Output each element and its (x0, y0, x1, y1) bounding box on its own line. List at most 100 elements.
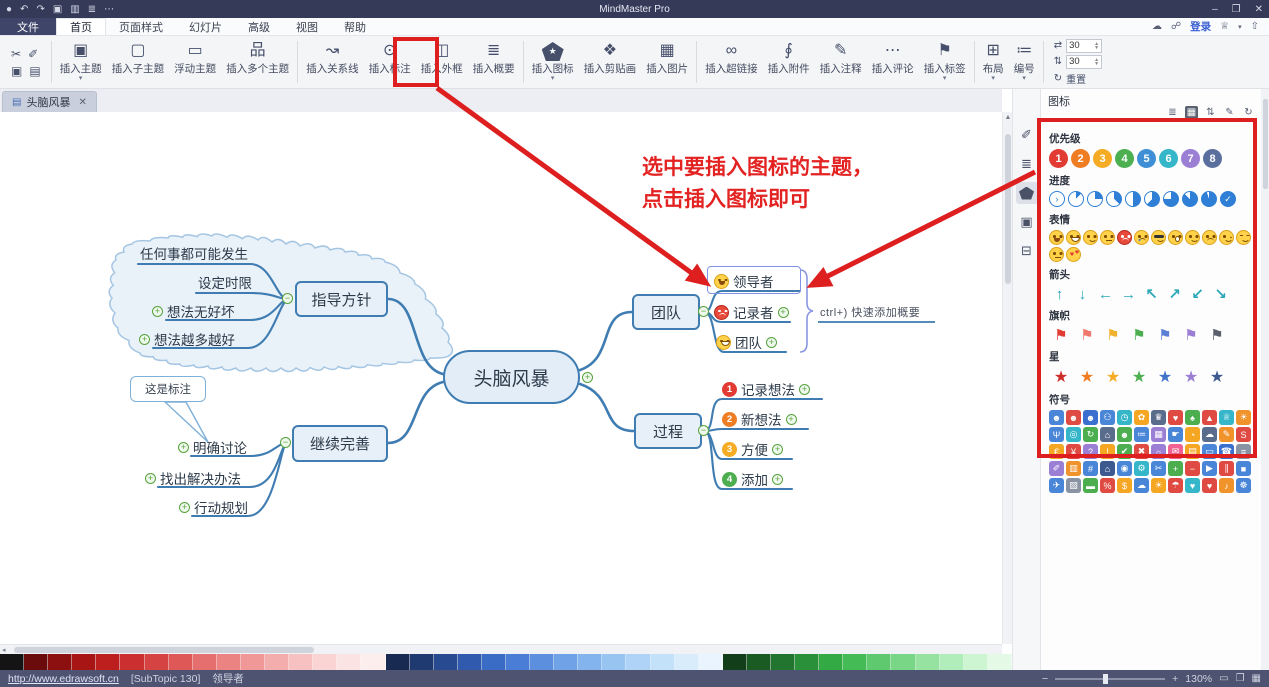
cloud-icon[interactable]: ☁ (1152, 21, 1162, 32)
expand-icon[interactable]: + (179, 501, 190, 513)
insert-boundary-button[interactable]: ◫ 插入外框 (416, 38, 468, 86)
insert-multiple-topics-button[interactable]: 品插入多个主题 (221, 38, 294, 86)
central-topic[interactable]: 头脑风暴 (443, 350, 580, 404)
symbol-icon[interactable]: ◔ (1185, 427, 1200, 442)
priority-7-icon[interactable]: 7 (1181, 149, 1200, 168)
palette-swatch[interactable] (409, 654, 434, 670)
symbol-icon[interactable]: # (1083, 461, 1098, 476)
insert-note-button[interactable]: ✎ 插入注释 (815, 38, 867, 86)
progress-icon[interactable] (1144, 191, 1160, 207)
symbol-icon[interactable]: ≔ (1134, 427, 1149, 442)
priority-5-icon[interactable]: 5 (1137, 149, 1156, 168)
subtopic[interactable]: 任何事都可能发生 (140, 243, 248, 263)
layout-button[interactable]: ⊞ 布局 ▾ (978, 38, 1009, 86)
menu-tab-slideshow[interactable]: 幻灯片 (176, 18, 235, 35)
sidebar-tool-clipart[interactable]: ▣ (1016, 211, 1038, 233)
symbol-icon[interactable]: + (1168, 461, 1183, 476)
format-painter-icon[interactable]: ✐ (28, 47, 38, 61)
symbol-icon[interactable]: ☀ (1151, 478, 1166, 493)
symbol-icon[interactable]: ◉ (1117, 461, 1132, 476)
vertical-scroll-thumb[interactable] (1005, 134, 1011, 284)
subtopic[interactable]: 2 新想法 + (722, 409, 797, 429)
subtopic[interactable]: + 想法无好坏 (152, 301, 235, 321)
palette-swatch[interactable] (843, 654, 868, 670)
symbol-icon[interactable]: ☛ (1168, 427, 1183, 442)
expand-icon[interactable]: + (766, 336, 777, 348)
copy-icon[interactable]: ▣ (11, 64, 22, 78)
palette-swatch[interactable] (891, 654, 916, 670)
palette-swatch[interactable] (722, 654, 747, 670)
symbol-icon[interactable]: ⚇ (1100, 410, 1115, 425)
palette-swatch[interactable] (915, 654, 940, 670)
symbol-icon[interactable]: ⚙ (1134, 461, 1149, 476)
symbol-icon[interactable]: ¥ (1066, 444, 1081, 459)
flag-icon[interactable]: ⚑ (1101, 326, 1125, 344)
flag-icon[interactable]: ⚑ (1049, 326, 1073, 344)
arrow-icon[interactable]: ↘ (1210, 285, 1231, 303)
symbol-icon[interactable]: ♪ (1219, 478, 1234, 493)
horizontal-scrollbar[interactable]: ◂ (0, 644, 1002, 654)
palette-swatch[interactable] (505, 654, 531, 670)
palette-swatch[interactable] (313, 654, 338, 670)
scroll-left-icon[interactable]: ◂ (2, 646, 6, 654)
symbol-icon[interactable]: ▶ (1202, 461, 1217, 476)
subtopic[interactable]: 3 方便 + (722, 439, 783, 459)
palette-swatch[interactable] (554, 654, 579, 670)
website-link[interactable]: http://www.edrawsoft.cn (8, 673, 119, 685)
callout-note[interactable]: 这是标注 (130, 376, 206, 402)
emoji-smile-icon[interactable] (1185, 230, 1200, 245)
symbol-icon[interactable]: ▲ (1202, 410, 1217, 425)
palette-swatch[interactable] (987, 654, 1012, 670)
vip-icon[interactable]: ♕ (1220, 21, 1229, 32)
palette-swatch[interactable] (963, 654, 988, 670)
insert-relationship-button[interactable]: ↝ 插入关系线 (301, 38, 364, 86)
symbol-icon[interactable]: S (1236, 427, 1251, 442)
close-tab-icon[interactable]: ✕ (78, 97, 86, 108)
palette-swatch[interactable] (24, 654, 49, 670)
palette-swatch[interactable] (337, 654, 362, 670)
priority-2-icon[interactable]: 2 (1071, 149, 1090, 168)
subtopic[interactable]: 1 记录想法 + (722, 379, 810, 399)
expand-icon[interactable]: + (799, 383, 810, 395)
expand-icon[interactable]: + (178, 441, 189, 453)
progress-icon[interactable] (1087, 191, 1103, 207)
symbol-icon[interactable]: ? (1083, 444, 1098, 459)
refresh-icon[interactable]: ↻ (1242, 106, 1255, 119)
subtopic-recorder[interactable]: 记录者 + (714, 302, 789, 322)
expand-icon[interactable]: + (145, 472, 156, 484)
symbol-icon[interactable]: ⌂ (1100, 427, 1115, 442)
flag-icon[interactable]: ⚑ (1205, 326, 1229, 344)
arrow-icon[interactable]: ↖ (1141, 285, 1162, 303)
insert-picture-button[interactable]: ▦ 插入图片 (641, 38, 693, 86)
arrow-icon[interactable]: ← (1095, 286, 1116, 303)
arrow-icon[interactable]: ↑ (1049, 286, 1070, 303)
star-icon[interactable]: ★ (1179, 367, 1203, 387)
flag-icon[interactable]: ⚑ (1127, 326, 1151, 344)
palette-swatch[interactable] (385, 654, 410, 670)
menu-tab-home[interactable]: 首页 (56, 18, 106, 35)
upgrade-icon[interactable]: ⇧ (1251, 21, 1259, 32)
menu-tab-page-style[interactable]: 页面样式 (106, 18, 176, 35)
expand-handle[interactable]: + (582, 372, 593, 383)
h-spacing-stepper[interactable]: 30 ▲ ▼ (1066, 38, 1103, 53)
palette-swatch[interactable] (674, 654, 699, 670)
insert-topic-button[interactable]: ▣ 插入主题 ▾ (55, 38, 107, 86)
menu-tab-view[interactable]: 视图 (283, 18, 331, 35)
symbol-icon[interactable]: ☎ (1219, 444, 1234, 459)
progress-icon[interactable] (1182, 191, 1198, 207)
sidebar-tool-task[interactable]: ⊟ (1016, 240, 1038, 262)
expand-icon[interactable]: + (785, 413, 797, 425)
palette-swatch[interactable] (72, 654, 97, 670)
menu-tab-advanced[interactable]: 高级 (235, 18, 283, 35)
symbol-icon[interactable]: ▧ (1066, 478, 1081, 493)
insert-summary-button[interactable]: ≣ 插入概要 (468, 38, 520, 86)
collapse-handle[interactable]: − (698, 306, 709, 317)
symbol-icon[interactable]: ☼ (1151, 444, 1166, 459)
minimize-button[interactable]: – (1212, 4, 1218, 15)
palette-swatch[interactable] (698, 654, 723, 670)
symbol-icon[interactable]: ✔ (1117, 444, 1132, 459)
expand-icon[interactable]: + (139, 333, 150, 345)
palette-swatch[interactable] (96, 654, 121, 670)
symbol-icon[interactable]: ✐ (1049, 461, 1064, 476)
symbol-icon[interactable]: ≡ (1236, 444, 1251, 459)
